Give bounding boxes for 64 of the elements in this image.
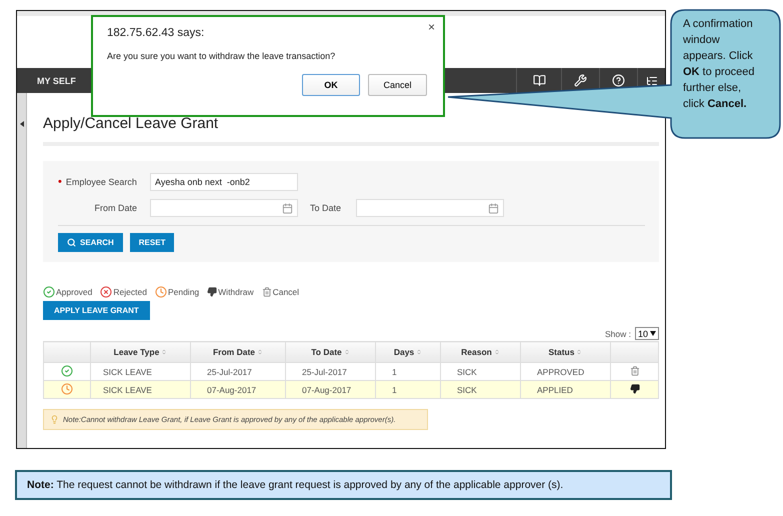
trash-icon bbox=[262, 287, 272, 297]
table-row[interactable]: SICK LEAVE 07-Aug-2017 07-Aug-2017 1 SICK APPLIED bbox=[44, 380, 658, 398]
column-header[interactable]: To Date bbox=[311, 347, 342, 357]
to-date-field[interactable] bbox=[356, 199, 504, 217]
from-date-field[interactable] bbox=[150, 199, 298, 217]
column-header[interactable]: Reason bbox=[461, 347, 492, 357]
calendar-icon[interactable] bbox=[282, 202, 293, 214]
collapse-arrow-icon bbox=[20, 121, 24, 127]
search-icon bbox=[67, 238, 76, 247]
check-circle-icon bbox=[61, 364, 73, 376]
field-label: From Date bbox=[94, 203, 137, 213]
trash-icon[interactable] bbox=[630, 366, 640, 376]
dropdown-caret-icon bbox=[650, 331, 656, 336]
table-row[interactable]: SICK LEAVE 25-Jul-2017 25-Jul-2017 1 SICK APPROVED bbox=[44, 362, 658, 380]
employee-search-field[interactable]: Ayesha onb next -onb2 bbox=[150, 173, 298, 191]
wrench-icon[interactable] bbox=[574, 74, 587, 87]
legend-label: Approved bbox=[56, 287, 92, 297]
table-cell: SICK bbox=[457, 366, 477, 376]
calendar-icon[interactable] bbox=[488, 202, 499, 214]
required-marker: • bbox=[58, 176, 62, 188]
legend-label: Withdraw bbox=[218, 287, 254, 297]
search-button[interactable]: SEARCH bbox=[58, 233, 123, 252]
sidebar-handle[interactable] bbox=[17, 93, 27, 448]
table-cell: SICK bbox=[457, 384, 477, 394]
thumbs-down-icon[interactable] bbox=[630, 384, 640, 394]
legend-label: Rejected bbox=[113, 287, 147, 297]
field-label: Employee Search bbox=[66, 177, 137, 187]
table-cell: APPLIED bbox=[537, 384, 573, 394]
field-label: To Date bbox=[310, 203, 342, 213]
thumbs-down-icon bbox=[207, 287, 218, 297]
tree-icon[interactable] bbox=[646, 74, 658, 86]
nav-menu-item[interactable]: MY SELF bbox=[37, 76, 76, 86]
page-title: Apply/Cancel Leave Grant bbox=[43, 115, 220, 132]
table-cell: 25-Jul-2017 bbox=[207, 366, 252, 376]
dialog-message: Are you sure you want to withdraw the leave transaction? bbox=[107, 51, 336, 61]
legend-label: Pending bbox=[168, 287, 200, 297]
apply-leave-grant-button[interactable]: APPLY LEAVE GRANT bbox=[43, 301, 150, 320]
help-icon[interactable] bbox=[612, 74, 625, 87]
table-cell: APPROVED bbox=[537, 366, 584, 376]
close-button[interactable]: × bbox=[428, 20, 435, 34]
callout-text: A confirmation window appears. Click OK to proceed further else, click Cancel. bbox=[683, 17, 756, 112]
reset-button[interactable]: RESET bbox=[130, 233, 174, 252]
table-cell: 07-Aug-2017 bbox=[302, 384, 352, 394]
show-label: Show : bbox=[604, 328, 631, 338]
page-size-select[interactable]: 10 bbox=[634, 327, 659, 340]
table-cell: 25-Jul-2017 bbox=[302, 366, 347, 376]
table-cell: 1 bbox=[392, 384, 397, 394]
clock-icon bbox=[61, 382, 73, 394]
ok-button[interactable]: OK bbox=[302, 74, 360, 96]
lightbulb-icon bbox=[50, 415, 59, 424]
table-cell: SICK LEAVE bbox=[103, 384, 152, 394]
column-header[interactable]: Days bbox=[394, 347, 414, 357]
book-icon[interactable] bbox=[532, 74, 546, 87]
dialog-title: 182.75.62.43 says: bbox=[107, 27, 206, 39]
legend-label: Cancel bbox=[272, 287, 300, 297]
clock-icon bbox=[154, 286, 167, 298]
cancel-button[interactable]: Cancel bbox=[368, 74, 427, 96]
check-circle-icon bbox=[43, 286, 55, 298]
table-cell: 1 bbox=[392, 366, 397, 376]
note-text: Note: The request cannot be withdrawn if the leave grant request is approved by any of the applicable approver (s). bbox=[27, 479, 564, 491]
table-cell: SICK LEAVE bbox=[103, 366, 152, 376]
column-header[interactable]: Status bbox=[548, 347, 574, 357]
table-cell: 07-Aug-2017 bbox=[207, 384, 256, 394]
x-circle-icon bbox=[100, 286, 112, 298]
